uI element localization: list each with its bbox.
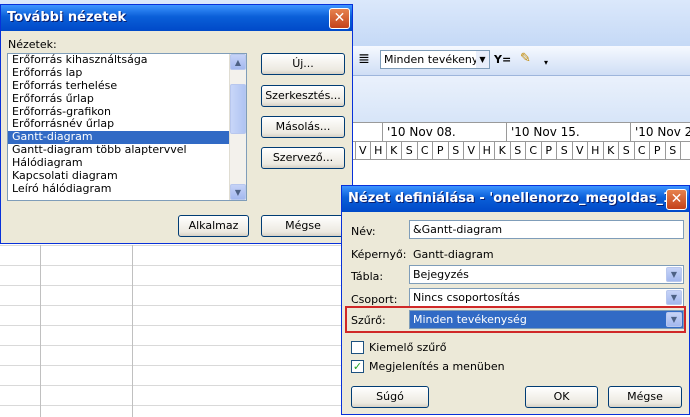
view-definition-dialog: Nézet definiálása - 'onellenorzo_megolda… [341, 185, 690, 415]
gantt-timescale-days: SVHKSCPSVHKSCPSVHKSCPS [340, 142, 690, 160]
day-label: V [356, 142, 371, 160]
day-label: S [619, 142, 635, 160]
ok-button[interactable]: OK [525, 386, 598, 408]
highlight-filter-checkbox[interactable] [351, 341, 364, 354]
close-icon[interactable]: ✕ [666, 189, 687, 210]
group-select-value: Nincs csoportosítás [413, 291, 520, 304]
cancel-button[interactable]: Mégse [261, 215, 345, 237]
name-input[interactable]: &Gantt-diagram [409, 220, 684, 239]
autofilter-icon[interactable]: Y= [494, 51, 512, 68]
day-label: C [418, 142, 433, 160]
week-label: '10 Nov 15. [506, 123, 580, 142]
show-in-menu-checkbox[interactable]: ✓ [351, 360, 364, 373]
more-views-dialog: További nézetek ✕ Nézetek: Erőforrás kih… [0, 4, 353, 244]
name-label: Név: [351, 225, 376, 238]
week-label: '10 Nov 22. [630, 123, 690, 142]
chevron-down-icon[interactable]: ▼ [230, 184, 246, 200]
chevron-down-icon[interactable]: ▼ [666, 290, 682, 305]
toolbar-filter-combo[interactable]: Minden tevékenysé [380, 50, 490, 69]
filter-select[interactable]: Minden tevékenység ▼ [409, 310, 684, 329]
day-label: P [650, 142, 666, 160]
apply-button[interactable]: Alkalmaz [178, 215, 249, 237]
cancel-button[interactable]: Mégse [608, 386, 682, 408]
scrollbar-thumb[interactable] [230, 84, 246, 134]
day-label: S [557, 142, 573, 160]
day-label: S [511, 142, 526, 160]
table-select-value: Bejegyzés [413, 268, 469, 281]
toolbar-options-icon[interactable]: ▾ [544, 56, 554, 70]
day-label: K [604, 142, 619, 160]
day-label: H [588, 142, 604, 160]
highlight-filter-label: Kiemelő szűrő [369, 341, 447, 354]
day-label: V [464, 142, 480, 160]
organizer-button[interactable]: Szervező... [261, 147, 345, 169]
edit-button[interactable]: Szerkesztés... [261, 85, 345, 107]
day-label: V [573, 142, 588, 160]
bullet-list-icon[interactable]: ≣ [356, 51, 372, 67]
views-label: Nézetek: [8, 38, 57, 51]
day-label: K [387, 142, 402, 160]
chevron-up-icon[interactable]: ▲ [230, 54, 246, 70]
screen-value: Gantt-diagram [413, 248, 494, 261]
table-label: Tábla: [351, 270, 384, 283]
list-item[interactable]: Erőforrás kihasználtsága [8, 54, 246, 67]
filter-label: Szűrő: [351, 314, 386, 327]
grid-column-divider [132, 245, 133, 417]
chevron-down-icon[interactable]: ▼ [666, 312, 682, 327]
scrollbar[interactable]: ▲ ▼ [229, 54, 246, 200]
list-item[interactable]: Leíró hálódiagram [8, 182, 246, 196]
day-label: C [635, 142, 650, 160]
day-label: K [495, 142, 511, 160]
show-in-menu-label: Megjelenítés a menüben [369, 360, 505, 373]
gantt-wizard-icon[interactable]: ✎ [520, 50, 540, 68]
table-select[interactable]: Bejegyzés ▼ [409, 265, 684, 284]
list-item[interactable]: Erőforrás terhelése [8, 79, 246, 93]
day-label: C [526, 142, 542, 160]
day-label: S [402, 142, 418, 160]
views-list: Erőforrás kihasználtsága Erőforrás lap Erő… [8, 54, 246, 196]
list-item[interactable]: Erőforrás lap [8, 66, 246, 80]
chevron-down-icon[interactable]: ▼ [476, 51, 489, 68]
day-label: P [433, 142, 449, 160]
toolbar-area [340, 76, 690, 122]
day-label: P [542, 142, 557, 160]
filter-select-value: Minden tevékenység [413, 313, 527, 326]
week-label: '10 Nov 08. [382, 123, 456, 142]
screen-label: Képernyő: [351, 248, 407, 261]
close-icon[interactable]: ✕ [329, 8, 350, 29]
day-label: S [666, 142, 681, 160]
task-table-grid[interactable] [0, 245, 345, 417]
gantt-timescale-weeks: '10 Nov 08. '10 Nov 15. '10 Nov 22. [340, 122, 690, 142]
group-select[interactable]: Nincs csoportosítás ▼ [409, 288, 684, 307]
list-item[interactable]: Erőforrás űrlap [8, 92, 246, 106]
day-label: H [480, 142, 495, 160]
new-button[interactable]: Új... [261, 53, 345, 75]
copy-button[interactable]: Másolás... [261, 116, 345, 138]
views-listbox[interactable]: Erőforrás kihasználtsága Erőforrás lap Erő… [7, 53, 247, 201]
grid-column-divider [40, 245, 41, 417]
list-item[interactable]: Kapcsolati diagram [8, 169, 246, 183]
group-label: Csoport: [351, 293, 398, 306]
help-button[interactable]: Súgó [351, 386, 429, 408]
chevron-down-icon[interactable]: ▼ [666, 267, 682, 282]
day-label: S [449, 142, 464, 160]
dialog-title: További nézetek [1, 5, 352, 31]
dialog-title: Nézet definiálása - 'onellenorzo_megolda… [342, 186, 689, 212]
day-label: H [371, 142, 387, 160]
